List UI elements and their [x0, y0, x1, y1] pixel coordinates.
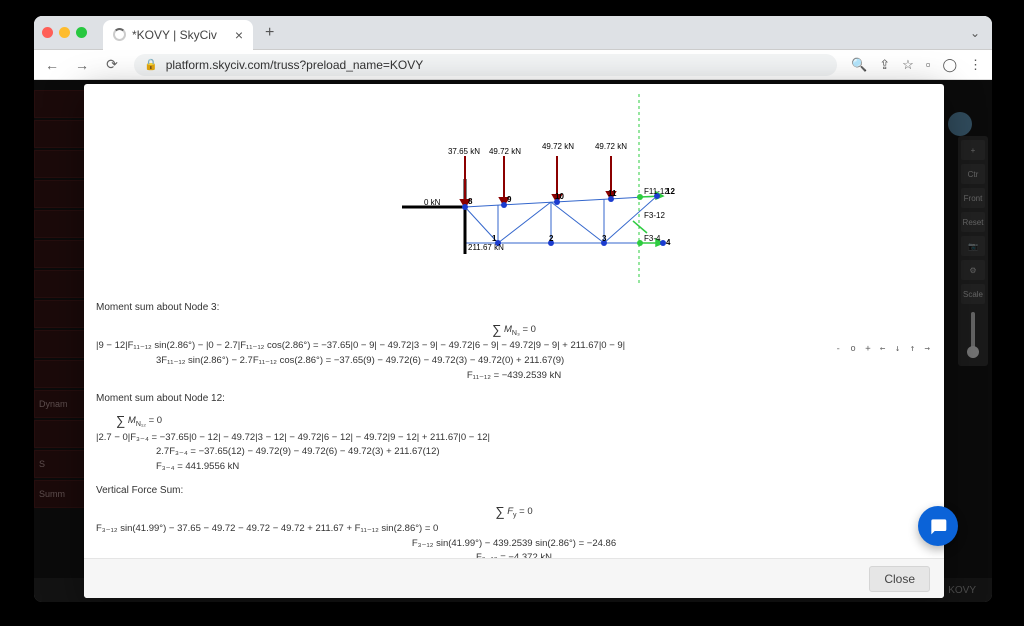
node-1: 1 [492, 234, 497, 243]
eq-n12-line2: 2.7F₃₋₄ = −37.65(12) − 49.72(9) − 49.72(… [96, 445, 932, 460]
node-2: 2 [549, 234, 554, 243]
node-8: 8 [468, 197, 473, 206]
url-text: platform.skyciv.com/truss?preload_name=K… [166, 58, 424, 72]
load-label-10: 49.72 kN [542, 142, 574, 151]
close-tab-icon[interactable]: × [235, 28, 243, 42]
extensions-icon[interactable]: ▫ [926, 57, 931, 73]
browser-menu-icon[interactable]: ⋮ [969, 57, 982, 73]
moment-n3-heading: Moment sum about Node 3: [96, 300, 932, 316]
results-modal: 37.65 kN 49.72 kN 49.72 kN 49.72 kN 0 kN… [84, 84, 944, 598]
eq-v-line1: F₃₋₁₂ sin(41.99°) − 37.65 − 49.72 − 49.7… [96, 522, 932, 537]
close-button[interactable]: Close [869, 566, 930, 592]
load-label-9: 49.72 kN [489, 147, 521, 156]
minimize-window-icon[interactable] [59, 27, 70, 38]
eq-n3-line2: 3F₁₁₋₁₂ sin(2.86°) − 2.7F₁₁₋₁₂ cos(2.86°… [96, 354, 932, 369]
back-icon[interactable]: ← [44, 57, 60, 73]
force-label-f11-12: F11-12 [644, 187, 669, 196]
vertical-sum-heading: Vertical Force Sum: [96, 483, 932, 499]
truss-diagram: 37.65 kN 49.72 kN 49.72 kN 49.72 kN 0 kN… [84, 94, 944, 284]
reaction-h-label: 0 kN [424, 198, 441, 207]
chat-icon [928, 516, 948, 536]
browser-window: *KOVY | SkyCiv × + ⌄ ← → ⟳ 🔒 platform.sk… [34, 16, 992, 602]
search-icon[interactable]: 🔍 [851, 57, 867, 73]
close-window-icon[interactable] [42, 27, 53, 38]
load-label-11: 49.72 kN [595, 142, 627, 151]
share-icon[interactable]: ⇪ [879, 57, 890, 73]
tab-strip: *KOVY | SkyCiv × + ⌄ [34, 16, 992, 50]
eq-n3-sum: ∑ MN₃ = 0 [96, 318, 932, 340]
node-10: 10 [555, 192, 564, 201]
lock-icon: 🔒 [144, 58, 158, 71]
eq-n3-line1: |9 − 12|F₁₁₋₁₂ sin(2.86°) − |0 − 2.7|F₁₁… [96, 339, 932, 354]
reaction-v-label: 211.67 kN [468, 243, 504, 252]
forward-icon[interactable]: → [74, 57, 90, 73]
maximize-window-icon[interactable] [76, 27, 87, 38]
window-expand-icon[interactable]: ⌄ [970, 26, 980, 40]
reload-icon[interactable]: ⟳ [104, 56, 120, 73]
loading-spinner-icon [113, 28, 126, 41]
modal-footer: Close [84, 558, 944, 598]
modal-body: 37.65 kN 49.72 kN 49.72 kN 49.72 kN 0 kN… [84, 84, 944, 558]
traffic-lights [42, 27, 87, 38]
eq-v-line2: F₃₋₁₂ sin(41.99°) − 439.2539 sin(2.86°) … [96, 537, 932, 552]
eq-n12-line1: |2.7 − 0|F₃₋₄ = −37.65|0 − 12| − 49.72|3… [96, 431, 932, 446]
view-pager[interactable]: - o + ← ↓ ↑ → [836, 344, 932, 354]
eq-n12-result: F₃₋₄ = 441.9556 kN [96, 460, 932, 475]
moment-n12-heading: Moment sum about Node 12: [96, 391, 932, 407]
node-3: 3 [602, 234, 607, 243]
eq-n3-result: F₁₁₋₁₂ = −439.2539 kN [96, 369, 932, 384]
node-4: 4 [666, 238, 671, 247]
eq-v-result: F₃₋₁₂ = −4.372 kN [96, 551, 932, 558]
node-11: 11 [608, 189, 617, 198]
chat-fab[interactable] [918, 506, 958, 546]
star-icon[interactable]: ☆ [902, 57, 914, 73]
force-label-f3-12: F3-12 [644, 211, 665, 220]
load-label-8: 37.65 kN [448, 147, 480, 156]
browser-tab[interactable]: *KOVY | SkyCiv × [103, 20, 253, 50]
eq-vsum: ∑ Fy = 0 [96, 500, 932, 522]
tab-title: *KOVY | SkyCiv [132, 28, 229, 42]
new-tab-button[interactable]: + [265, 24, 274, 42]
omnibox[interactable]: 🔒 platform.skyciv.com/truss?preload_name… [134, 54, 837, 76]
eq-n12-sum: ∑ MN₁₂ = 0 [96, 409, 932, 431]
browser-action-icons: 🔍 ⇪ ☆ ▫ ◯ ⋮ [851, 57, 982, 73]
url-bar: ← → ⟳ 🔒 platform.skyciv.com/truss?preloa… [34, 50, 992, 80]
equation-block: Moment sum about Node 3: ∑ MN₃ = 0 |9 − … [84, 284, 944, 558]
profile-icon[interactable]: ◯ [942, 57, 957, 73]
node-9: 9 [507, 195, 512, 204]
force-label-f3-4: F3-4 [644, 234, 661, 243]
